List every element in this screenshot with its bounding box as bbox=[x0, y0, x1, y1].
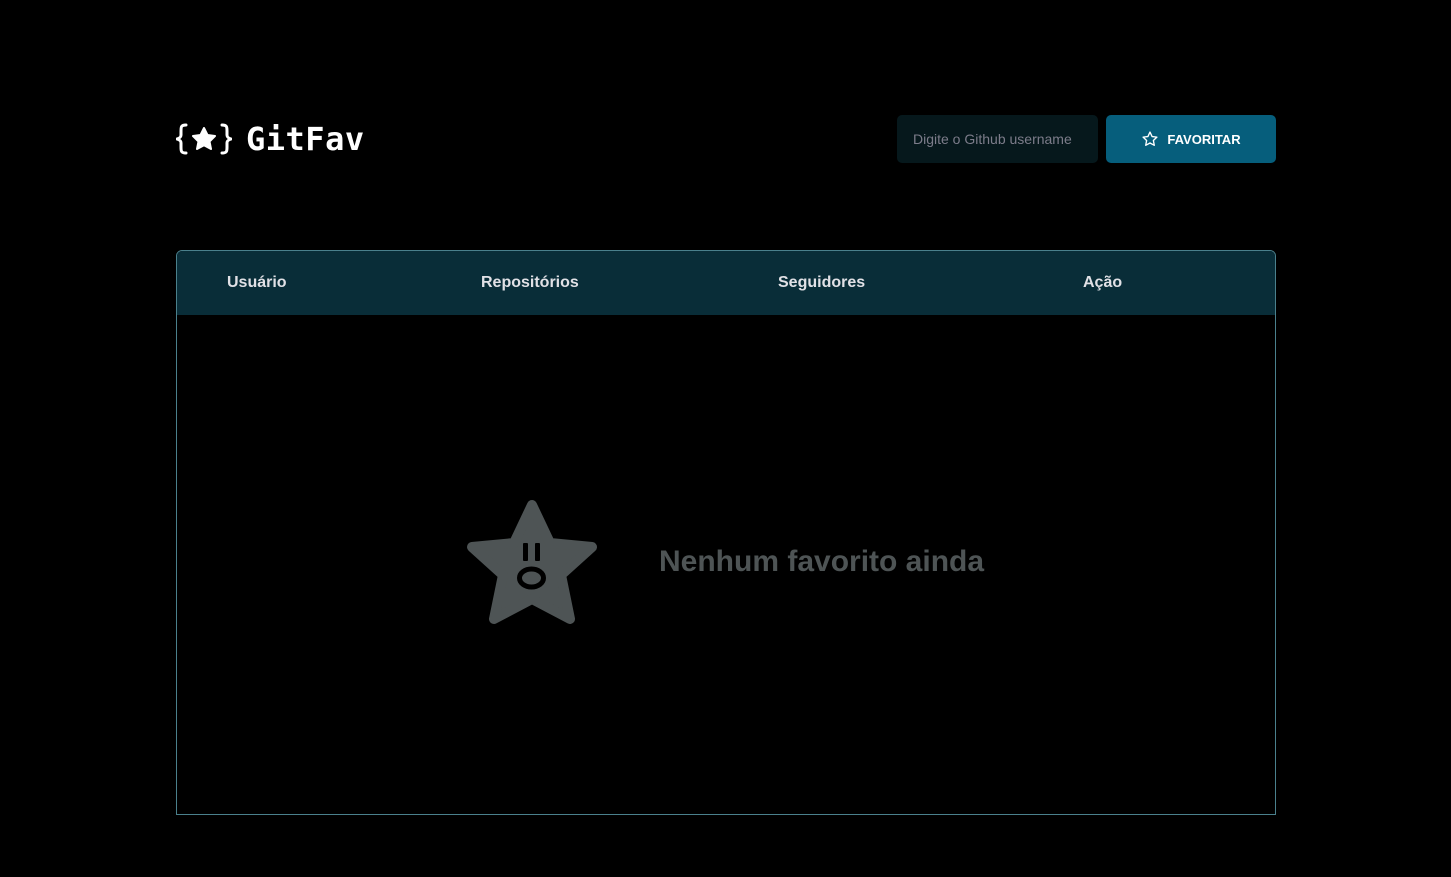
favorites-table: Usuário Repositórios Seguidores Ação Nen… bbox=[176, 250, 1276, 815]
column-header-repositorios: Repositórios bbox=[481, 274, 579, 291]
logo: GitFav bbox=[176, 115, 365, 163]
search-bar: FAVORITAR bbox=[897, 115, 1276, 163]
empty-state-message: Nenhum favorito ainda bbox=[659, 545, 985, 578]
empty-state: Nenhum favorito ainda bbox=[177, 315, 1275, 814]
column-header-usuario: Usuário bbox=[227, 274, 287, 291]
favoritar-label: FAVORITAR bbox=[1167, 131, 1241, 147]
surprised-star-icon bbox=[465, 499, 599, 629]
app-header: GitFav FAVORITAR bbox=[176, 115, 1276, 163]
favoritar-button[interactable]: FAVORITAR bbox=[1106, 115, 1276, 163]
braces-star-icon bbox=[176, 122, 232, 156]
username-search-input[interactable] bbox=[897, 115, 1098, 163]
app-title: GitFav bbox=[246, 120, 365, 158]
star-outline-icon bbox=[1141, 130, 1159, 148]
column-header-acao: Ação bbox=[1083, 274, 1123, 291]
column-header-seguidores: Seguidores bbox=[778, 274, 866, 291]
page: GitFav FAVORITAR Usuário Repositórios Se… bbox=[0, 0, 1451, 877]
table-header: Usuário Repositórios Seguidores Ação bbox=[177, 251, 1275, 315]
